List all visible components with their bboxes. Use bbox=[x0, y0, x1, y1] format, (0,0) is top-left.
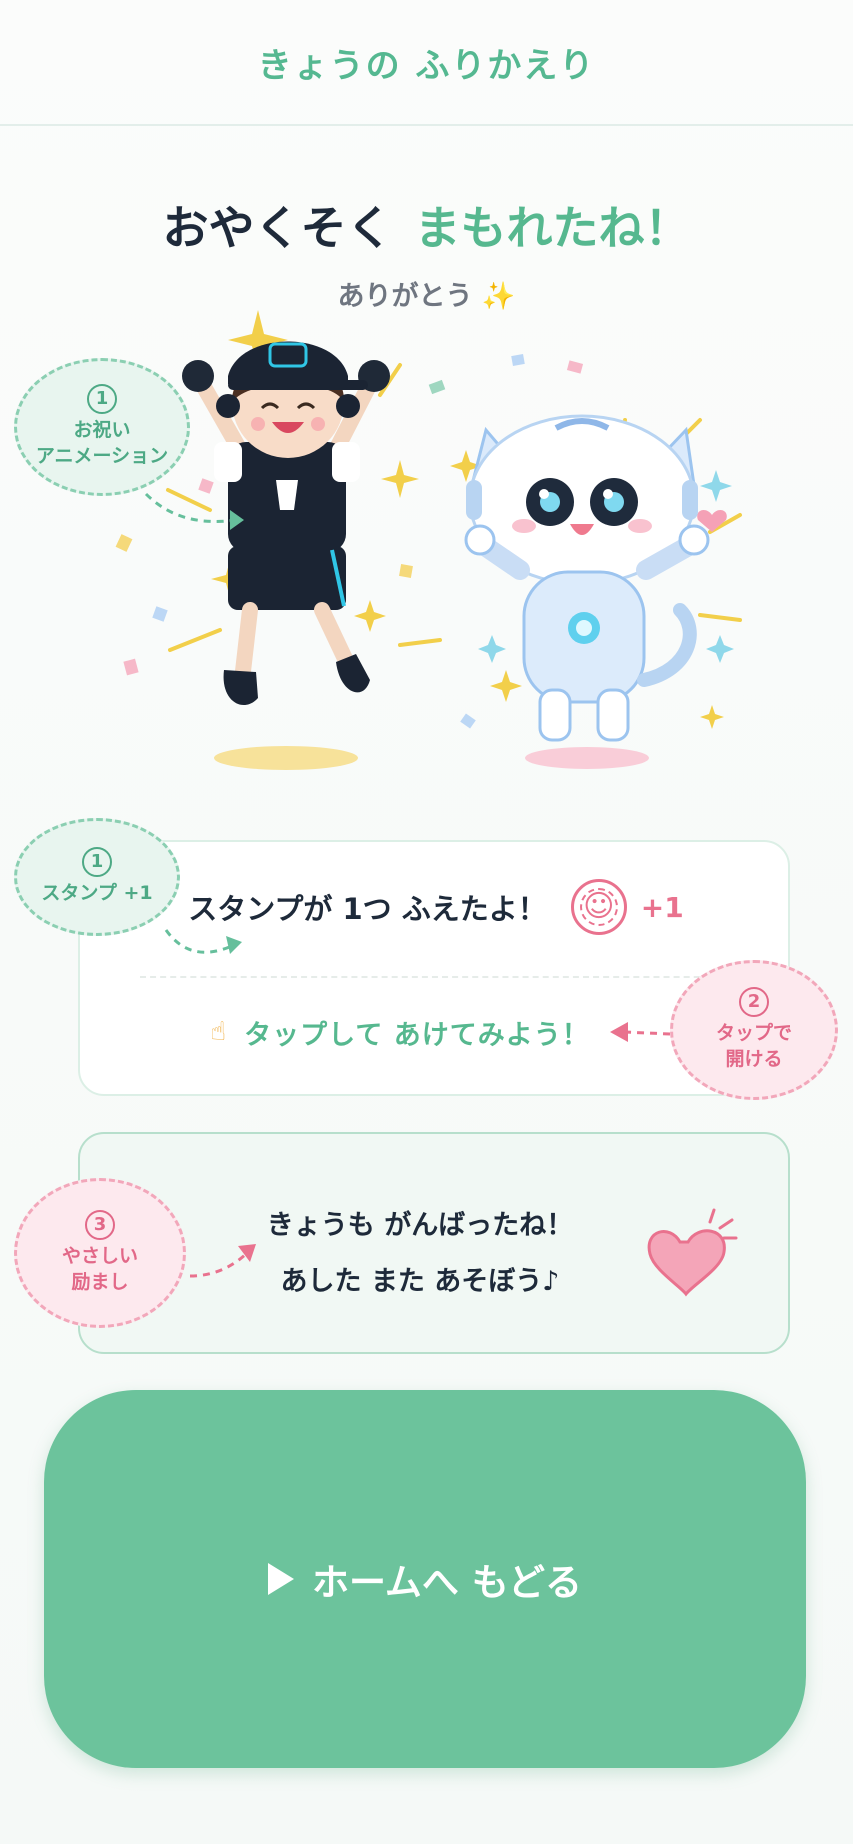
app-header: きょうの ふりかえり bbox=[0, 0, 853, 126]
annotation-cheer-bubble: 3 やさしい 励まし bbox=[14, 1178, 186, 1328]
smiley-stamp-icon: ☺ bbox=[570, 879, 627, 935]
tap-hint[interactable]: タップして あけてみよう！ bbox=[244, 1013, 590, 1052]
celebration-headline: おやくそく まもれたね！ bbox=[0, 192, 853, 258]
encouragement-text: きょうも がんばったね！ あした また あそぼう♪ bbox=[230, 1198, 610, 1310]
annotation-arrow-icon bbox=[189, 1244, 256, 1278]
encouragement-line2: あした また あそぼう♪ bbox=[280, 1266, 560, 1297]
return-home-button[interactable]: ホームへ もどる bbox=[44, 1390, 806, 1768]
sparkle-icon: ✨ bbox=[481, 281, 516, 312]
annotation-animation-bubble: 1 お祝い アニメーション bbox=[14, 358, 190, 496]
annotation-arrow-icon bbox=[164, 929, 242, 954]
page-title: きょうの ふりかえり bbox=[257, 45, 596, 86]
annotation-label: やさしい 励まし bbox=[61, 1245, 138, 1293]
headline-part1: おやくそく bbox=[162, 201, 393, 255]
annotation-number: 1 bbox=[82, 847, 112, 878]
annotation-tap-bubble: 2 タップで 開ける bbox=[670, 960, 838, 1100]
annotation-arrow-icon bbox=[144, 492, 244, 530]
stamp-count-badge: +1 bbox=[640, 890, 684, 924]
play-icon bbox=[267, 1563, 294, 1595]
card-divider bbox=[140, 976, 740, 978]
annotation-number: 1 bbox=[87, 384, 117, 415]
pointing-hand-icon: ☝ bbox=[210, 1017, 227, 1047]
annotation-stamp-bubble: 1 スタンプ +1 bbox=[14, 818, 180, 936]
annotation-number: 3 bbox=[85, 1210, 115, 1241]
encouragement-line1: きょうも がんばったね！ bbox=[266, 1210, 574, 1241]
thanks-subtitle: ありがとう ✨ bbox=[0, 274, 853, 313]
thanks-text: ありがとう bbox=[337, 281, 473, 312]
annotation-label: タップで 開ける bbox=[715, 1022, 792, 1070]
annotation-arrow-icon bbox=[610, 1022, 671, 1042]
robot-cat-character bbox=[464, 414, 710, 769]
celebration-illustration bbox=[115, 310, 742, 770]
headline-part2: まもれたね！ bbox=[414, 201, 691, 255]
annotation-number: 2 bbox=[739, 987, 769, 1018]
annotation-label: お祝い アニメーション bbox=[35, 419, 169, 467]
annotation-label: スタンプ +1 bbox=[41, 882, 153, 905]
boy-character bbox=[182, 341, 390, 770]
return-home-label[interactable]: ホームへ もどる bbox=[312, 1552, 582, 1606]
heart-icon bbox=[647, 1208, 738, 1297]
